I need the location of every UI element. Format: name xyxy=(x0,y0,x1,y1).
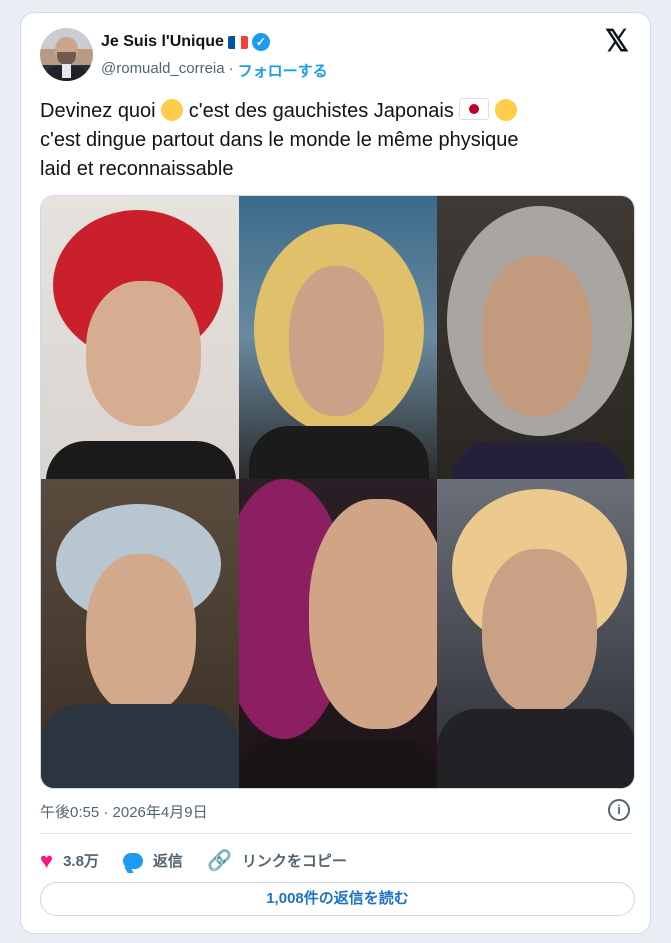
heart-icon: ♥ xyxy=(40,847,54,873)
tweet-text-part: laid et reconnaissable xyxy=(40,158,234,180)
reply-label: 返信 xyxy=(152,853,183,870)
tweet-text-part: c'est des gauchistes Japonais xyxy=(188,100,454,122)
tweet-text-part: Devinez quoi xyxy=(40,100,156,122)
copy-link-button[interactable]: 🔗 リンクをコピー xyxy=(207,848,347,873)
like-button[interactable]: ♥ 3.8万 xyxy=(40,847,99,873)
follow-button[interactable]: フォローする xyxy=(238,60,328,81)
separator-dot: · xyxy=(228,60,234,77)
photo-red-hair-woman[interactable] xyxy=(41,196,239,479)
reply-bubble-icon xyxy=(122,852,143,869)
x-logo-icon[interactable]: 𝕏 xyxy=(602,27,632,57)
tweet-text: Devinez quoi c'est des gauchistes Japona… xyxy=(40,97,630,184)
author-name[interactable]: Je Suis l'Unique xyxy=(101,33,224,51)
info-icon[interactable]: i xyxy=(608,799,630,821)
avatar[interactable] xyxy=(40,28,93,81)
link-icon: 🔗 xyxy=(206,850,232,872)
photo-gray-hair-woman[interactable] xyxy=(437,196,634,479)
japan-flag-icon xyxy=(459,98,490,120)
like-count: 3.8万 xyxy=(63,853,99,870)
action-bar: ♥ 3.8万 返信 🔗 リンクをコピー xyxy=(40,848,371,873)
photo-blonde-hair-man[interactable] xyxy=(437,479,634,788)
photo-silver-hair-man[interactable] xyxy=(41,479,239,788)
read-replies-button[interactable]: 1,008件の返信を読む xyxy=(40,882,635,916)
rolling-laughing-icon xyxy=(494,99,517,121)
photo-magenta-hair-woman[interactable] xyxy=(239,479,437,788)
copy-link-label: リンクをコピー xyxy=(241,853,347,870)
france-flag-icon xyxy=(227,35,248,49)
author-name-row: Je Suis l'Unique ✓ xyxy=(101,33,270,51)
divider xyxy=(40,833,631,834)
shushing-face-icon xyxy=(161,99,184,121)
tweet-card: Je Suis l'Unique ✓ @romuald_correia · フォ… xyxy=(20,12,651,934)
handle-row: @romuald_correia · フォローする xyxy=(101,60,328,81)
tweet-timestamp[interactable]: 午後0:55 · 2026年4月9日 xyxy=(40,801,208,822)
photo-grid xyxy=(40,195,635,789)
photo-blonde-streaked-person[interactable] xyxy=(239,196,437,479)
reply-button[interactable]: 返信 xyxy=(122,850,183,871)
author-handle[interactable]: @romuald_correia xyxy=(101,60,225,81)
tweet-text-part: c'est dingue partout dans le monde le mê… xyxy=(40,129,519,151)
verified-badge-icon: ✓ xyxy=(251,33,270,51)
